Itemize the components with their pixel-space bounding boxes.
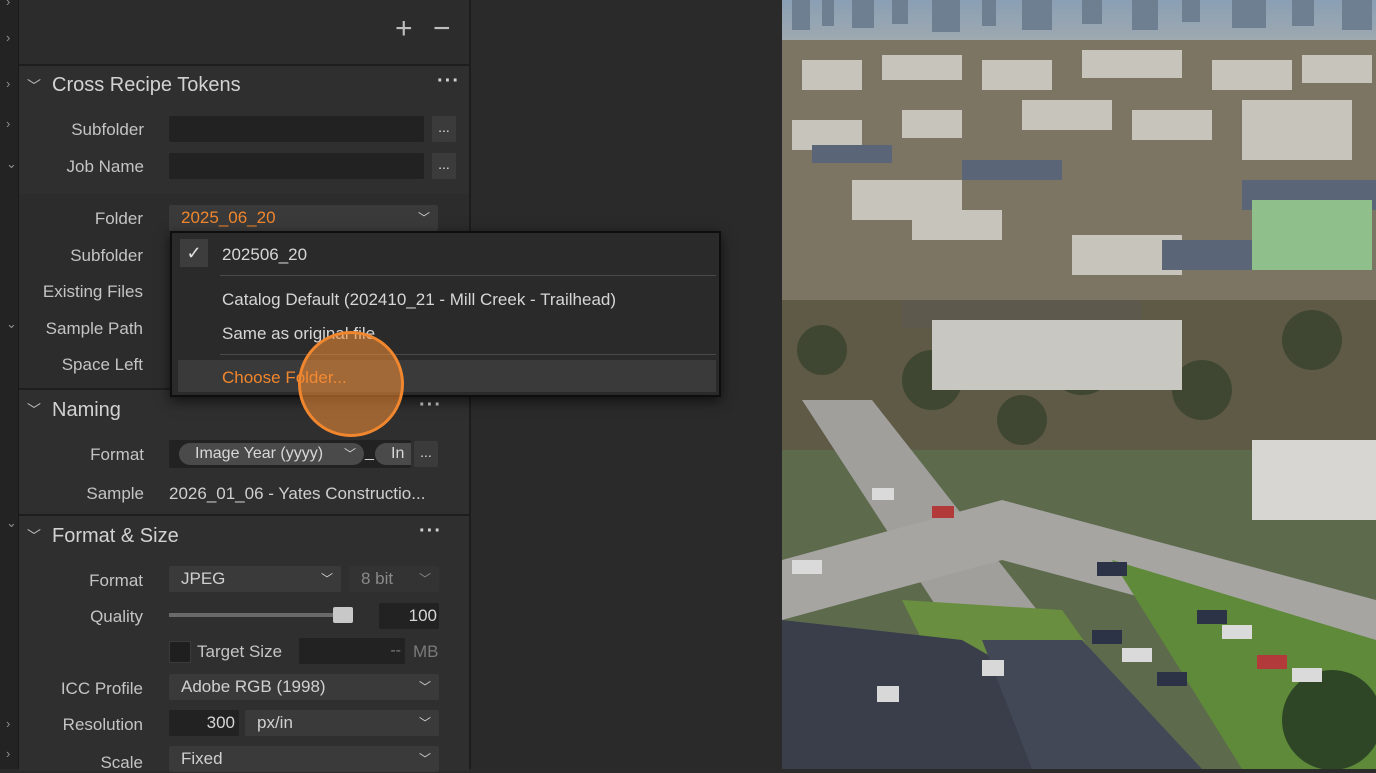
job-name-token-button[interactable]: ... bbox=[432, 153, 456, 179]
chevron-down-icon: ﹀ bbox=[320, 572, 333, 586]
chevron-down-icon: ﹀ bbox=[418, 572, 431, 586]
image-year-token[interactable]: Image Year (yyyy) ﹀ bbox=[179, 443, 364, 465]
chevron-down-icon: ﹀ bbox=[418, 752, 431, 766]
target-size-unit: MB bbox=[413, 642, 439, 661]
file-format-value: JPEG bbox=[181, 569, 226, 588]
next-token[interactable]: In bbox=[375, 443, 411, 465]
folder-select[interactable]: 2025_06_20 ﹀ bbox=[169, 205, 438, 231]
target-size-input[interactable]: -- bbox=[299, 638, 405, 664]
output-subfolder-label: Subfolder bbox=[70, 246, 143, 265]
target-size-label: Target Size bbox=[197, 642, 283, 661]
target-size-checkbox[interactable] bbox=[169, 641, 191, 663]
sample-path-label: Sample Path bbox=[45, 319, 143, 338]
naming-token-button[interactable]: ... bbox=[414, 441, 438, 467]
icc-profile-value: Adobe RGB (1998) bbox=[181, 677, 326, 696]
chevron-down-icon: ﹀ bbox=[418, 680, 431, 694]
chevron-down-icon[interactable]: ﹀ bbox=[27, 400, 41, 420]
subfolder-input[interactable] bbox=[169, 116, 424, 142]
subfolder-token-button[interactable]: ... bbox=[432, 116, 456, 142]
naming-format-field[interactable]: Image Year (yyyy) ﹀ _ In bbox=[169, 440, 411, 468]
chevron-down-icon[interactable]: ﹀ bbox=[27, 526, 41, 546]
scale-value: Fixed bbox=[181, 749, 223, 768]
naming-sample-label: Sample bbox=[86, 484, 144, 503]
job-name-label: Job Name bbox=[66, 157, 144, 176]
chevron-right-icon[interactable]: › bbox=[6, 0, 10, 9]
bit-depth-select[interactable]: 8 bit ﹀ bbox=[349, 566, 439, 592]
more-options-icon[interactable]: ··· bbox=[419, 394, 442, 417]
folder-option-current[interactable]: 202506_20 bbox=[222, 245, 307, 265]
chevron-right-icon[interactable]: › bbox=[6, 76, 10, 91]
icc-profile-label: ICC Profile bbox=[60, 679, 143, 698]
folder-value: 2025_06_20 bbox=[181, 208, 276, 227]
file-format-label: Format bbox=[89, 571, 143, 590]
scale-label: Scale bbox=[100, 753, 143, 772]
click-indicator bbox=[298, 331, 404, 437]
naming-section: ﹀ Naming ··· Format Image Year (yyyy) ﹀ … bbox=[19, 388, 469, 514]
add-recipe-button[interactable]: + bbox=[395, 12, 413, 46]
naming-sample-value: 2026_01_06 - Yates Constructio... bbox=[169, 484, 426, 503]
folder-option-catalog-default[interactable]: Catalog Default (202410_21 - Mill Creek … bbox=[222, 290, 616, 310]
icc-profile-select[interactable]: Adobe RGB (1998) ﹀ bbox=[169, 674, 439, 700]
chevron-down-icon[interactable]: ⌄ bbox=[6, 156, 17, 172]
quality-label: Quality bbox=[90, 607, 143, 626]
chevron-right-icon[interactable]: › bbox=[6, 716, 10, 731]
menu-separator bbox=[220, 354, 716, 355]
folder-dropdown-menu: ✓ 202506_20 Catalog Default (202410_21 -… bbox=[170, 231, 721, 397]
menu-separator bbox=[220, 275, 716, 276]
job-name-input[interactable] bbox=[169, 153, 424, 179]
file-format-select[interactable]: JPEG ﹀ bbox=[169, 566, 341, 592]
chevron-down-icon[interactable]: ﹀ bbox=[27, 76, 41, 96]
chevron-down-icon: ﹀ bbox=[343, 447, 356, 461]
bit-depth-value: 8 bit bbox=[361, 569, 394, 588]
format-size-section: ﹀ Format & Size ··· Format JPEG ﹀ 8 bit … bbox=[19, 514, 469, 772]
checkmark-icon: ✓ bbox=[180, 239, 208, 267]
chevron-right-icon[interactable]: › bbox=[6, 746, 10, 761]
subfolder-label: Subfolder bbox=[71, 120, 144, 139]
resolution-unit-select[interactable]: px/in ﹀ bbox=[245, 710, 439, 736]
chevron-down-icon: ﹀ bbox=[418, 716, 431, 730]
section-title[interactable]: Naming bbox=[52, 399, 121, 422]
chevron-down-icon[interactable]: ⌄ bbox=[6, 316, 17, 332]
separator-text: _ bbox=[365, 444, 374, 461]
more-options-icon[interactable]: ··· bbox=[437, 70, 460, 93]
collapsed-tool-strip: › › › › ⌄ ⌄ ⌄ › › bbox=[0, 0, 19, 769]
chevron-right-icon[interactable]: › bbox=[6, 116, 10, 131]
aerial-neighborhood-photo bbox=[782, 0, 1376, 769]
image-viewer[interactable] bbox=[782, 0, 1376, 769]
cross-recipe-tokens-section: ﹀ Cross Recipe Tokens ··· Subfolder ... … bbox=[19, 64, 469, 194]
remove-recipe-button[interactable]: − bbox=[433, 12, 451, 46]
quality-slider-track[interactable] bbox=[169, 613, 353, 617]
naming-format-label: Format bbox=[90, 445, 144, 464]
quality-input[interactable]: 100 bbox=[379, 603, 439, 629]
section-title[interactable]: Cross Recipe Tokens bbox=[52, 74, 241, 97]
chevron-right-icon[interactable]: › bbox=[6, 30, 10, 45]
resolution-unit-value: px/in bbox=[257, 713, 293, 732]
space-left-label: Space Left bbox=[61, 355, 143, 374]
more-options-icon[interactable]: ··· bbox=[419, 520, 442, 543]
token-label: Image Year (yyyy) bbox=[195, 445, 324, 462]
folder-label: Folder bbox=[94, 209, 143, 228]
chevron-down-icon: ﹀ bbox=[417, 211, 430, 225]
resolution-input[interactable]: 300 bbox=[169, 710, 239, 736]
section-title[interactable]: Format & Size bbox=[52, 525, 179, 548]
resolution-label: Resolution bbox=[62, 715, 143, 734]
existing-files-label: Existing Files bbox=[42, 282, 143, 301]
chevron-down-icon[interactable]: ⌄ bbox=[6, 515, 17, 531]
token-label: In bbox=[391, 445, 405, 462]
quality-slider-handle[interactable] bbox=[333, 607, 353, 623]
scale-select[interactable]: Fixed ﹀ bbox=[169, 746, 439, 772]
